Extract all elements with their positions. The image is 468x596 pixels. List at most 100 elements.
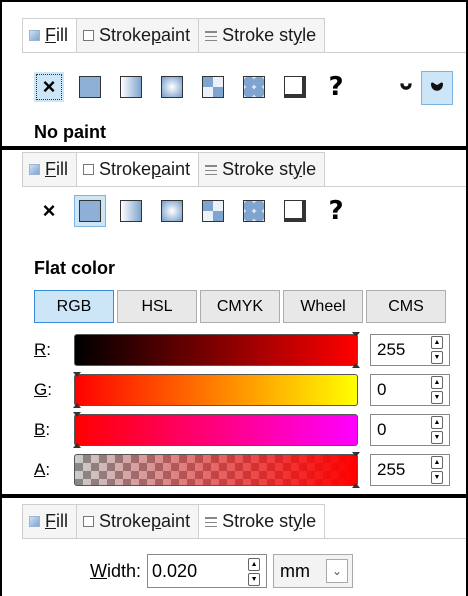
tab-stroke-style[interactable]: Stroke st y le: [199, 504, 326, 538]
width-row: Width: 0.020 ▲ ▼ mm ⌄: [90, 554, 354, 588]
spin-a-arrows[interactable]: ▲ ▼: [431, 456, 445, 484]
spin-down-icon[interactable]: ▼: [431, 351, 443, 364]
no-paint-button[interactable]: ×: [34, 196, 64, 226]
mesh-gradient-button[interactable]: [198, 196, 228, 226]
mode-wheel-button[interactable]: Wheel: [283, 290, 363, 323]
tab-stroke-paint[interactable]: Stroke p aint: [77, 18, 200, 52]
slider-row-b: B: 0 ▲ ▼: [34, 412, 450, 448]
mode-cms-button[interactable]: CMS: [366, 290, 446, 323]
tab-stroke-paint[interactable]: Stroke p aint: [77, 152, 200, 186]
spin-up-icon[interactable]: ▲: [248, 558, 261, 571]
slider-r-handle-top[interactable]: [352, 332, 360, 337]
slider-row-r: R: 255 ▲ ▼: [34, 332, 450, 368]
swatch-button[interactable]: [280, 196, 310, 226]
chevron-down-icon[interactable]: ⌄: [326, 559, 349, 583]
spin-g-value[interactable]: 0: [371, 380, 431, 400]
slider-label-r: R:: [34, 340, 52, 359]
swatch-button[interactable]: [280, 72, 310, 102]
spin-b-field[interactable]: 0 ▲ ▼: [370, 414, 450, 446]
slider-b-handle-bottom[interactable]: [73, 443, 81, 448]
fill-rule-nonzero-icon: [431, 82, 443, 91]
pattern-icon: [243, 200, 265, 222]
radial-gradient-icon: [161, 200, 183, 222]
tab-stroke-paint-rest: aint: [161, 25, 191, 45]
spin-b-arrows[interactable]: ▲ ▼: [431, 416, 445, 444]
slider-g-track[interactable]: [73, 372, 358, 408]
flat-color-icon: [79, 76, 101, 98]
fill-rule-evenodd-icon: [400, 83, 412, 90]
fill-rule-nonzero-button[interactable]: [421, 71, 453, 105]
spin-r-value[interactable]: 255: [371, 340, 431, 360]
tab-fill[interactable]: Fill: [22, 152, 77, 186]
stroke-paint-icon: [83, 30, 94, 41]
color-mode-tabs: RGB HSL CMYK Wheel CMS: [34, 290, 449, 323]
flat-color-button[interactable]: [75, 72, 105, 102]
tab-stroke-style[interactable]: Stroke st y le: [199, 18, 326, 52]
tab-fill[interactable]: Fill: [22, 18, 77, 52]
spin-up-icon[interactable]: ▲: [431, 416, 443, 429]
spin-r-field[interactable]: 255 ▲ ▼: [370, 334, 450, 366]
spin-a-value[interactable]: 255: [371, 460, 431, 480]
width-value[interactable]: 0.020: [152, 561, 197, 582]
unit-value: mm: [280, 560, 311, 581]
spin-up-icon[interactable]: ▲: [431, 376, 443, 389]
pattern-button[interactable]: [239, 196, 269, 226]
fill-rule-evenodd-button[interactable]: [394, 75, 418, 101]
slider-r-handle-bottom[interactable]: [352, 363, 360, 368]
pattern-button[interactable]: [239, 72, 269, 102]
paint-mode-title: Flat color: [34, 258, 116, 278]
spin-down-icon[interactable]: ▼: [248, 573, 261, 586]
spin-r-arrows[interactable]: ▲ ▼: [431, 336, 445, 364]
flat-color-button[interactable]: [74, 195, 106, 227]
slider-a-track[interactable]: [74, 452, 360, 488]
no-paint-button[interactable]: ×: [34, 72, 64, 102]
width-label-mnemonic: W: [90, 560, 107, 581]
paint-mode-title: No paint: [34, 122, 106, 142]
linear-gradient-button[interactable]: [116, 196, 146, 226]
unit-select[interactable]: mm ⌄: [273, 554, 354, 588]
unset-paint-icon: ?: [328, 72, 344, 102]
width-label-rest: idth:: [107, 560, 142, 581]
tab-stroke-style-mnemonic: y: [293, 25, 303, 45]
spin-down-icon[interactable]: ▼: [431, 391, 443, 404]
tab-stroke-paint[interactable]: Stroke p aint: [77, 504, 200, 538]
slider-r-track[interactable]: [74, 332, 360, 368]
mode-rgb-button[interactable]: RGB: [34, 290, 114, 323]
unset-paint-icon: ?: [328, 196, 344, 226]
unset-paint-button[interactable]: ?: [321, 72, 351, 102]
spin-b-value[interactable]: 0: [371, 420, 431, 440]
spin-down-icon[interactable]: ▼: [431, 471, 443, 484]
slider-label-a: A:: [34, 460, 51, 479]
tab-stroke-paint-mnemonic: p: [151, 25, 162, 45]
width-spin-arrows[interactable]: ▲ ▼: [248, 558, 262, 586]
spin-up-icon[interactable]: ▲: [431, 336, 443, 349]
radial-gradient-button[interactable]: [157, 72, 187, 102]
mesh-gradient-icon: [202, 76, 224, 98]
linear-gradient-button[interactable]: [116, 72, 146, 102]
spin-g-field[interactable]: 0 ▲ ▼: [370, 374, 450, 406]
tab-stroke-paint-mnemonic: p: [151, 511, 162, 531]
mode-cmyk-button[interactable]: CMYK: [200, 290, 280, 323]
spin-up-icon[interactable]: ▲: [431, 456, 443, 469]
slider-g-handle-top[interactable]: [73, 372, 81, 377]
mode-hsl-button[interactable]: HSL: [117, 290, 197, 323]
slider-g-handle-bottom[interactable]: [73, 403, 81, 408]
tab-fill[interactable]: Fill: [22, 504, 77, 538]
slider-b-track[interactable]: [73, 412, 358, 448]
tab-stroke-style[interactable]: Stroke st y le: [199, 152, 326, 186]
slider-a-handle-top[interactable]: [352, 452, 360, 457]
radial-gradient-button[interactable]: [157, 196, 187, 226]
spin-g-arrows[interactable]: ▲ ▼: [431, 376, 445, 404]
slider-a-handle-bottom[interactable]: [352, 483, 360, 488]
stroke-style-icon: [205, 30, 218, 41]
fill-icon: [29, 516, 40, 527]
slider-label-g: G:: [34, 380, 52, 399]
tab-fill-mnemonic: F: [45, 159, 56, 179]
mesh-gradient-button[interactable]: [198, 72, 228, 102]
width-input[interactable]: 0.020 ▲ ▼: [147, 554, 268, 588]
slider-b-handle-top[interactable]: [73, 412, 81, 417]
no-paint-icon: ×: [42, 74, 56, 99]
spin-a-field[interactable]: 255 ▲ ▼: [370, 454, 450, 486]
spin-down-icon[interactable]: ▼: [431, 431, 443, 444]
unset-paint-button[interactable]: ?: [321, 196, 351, 226]
